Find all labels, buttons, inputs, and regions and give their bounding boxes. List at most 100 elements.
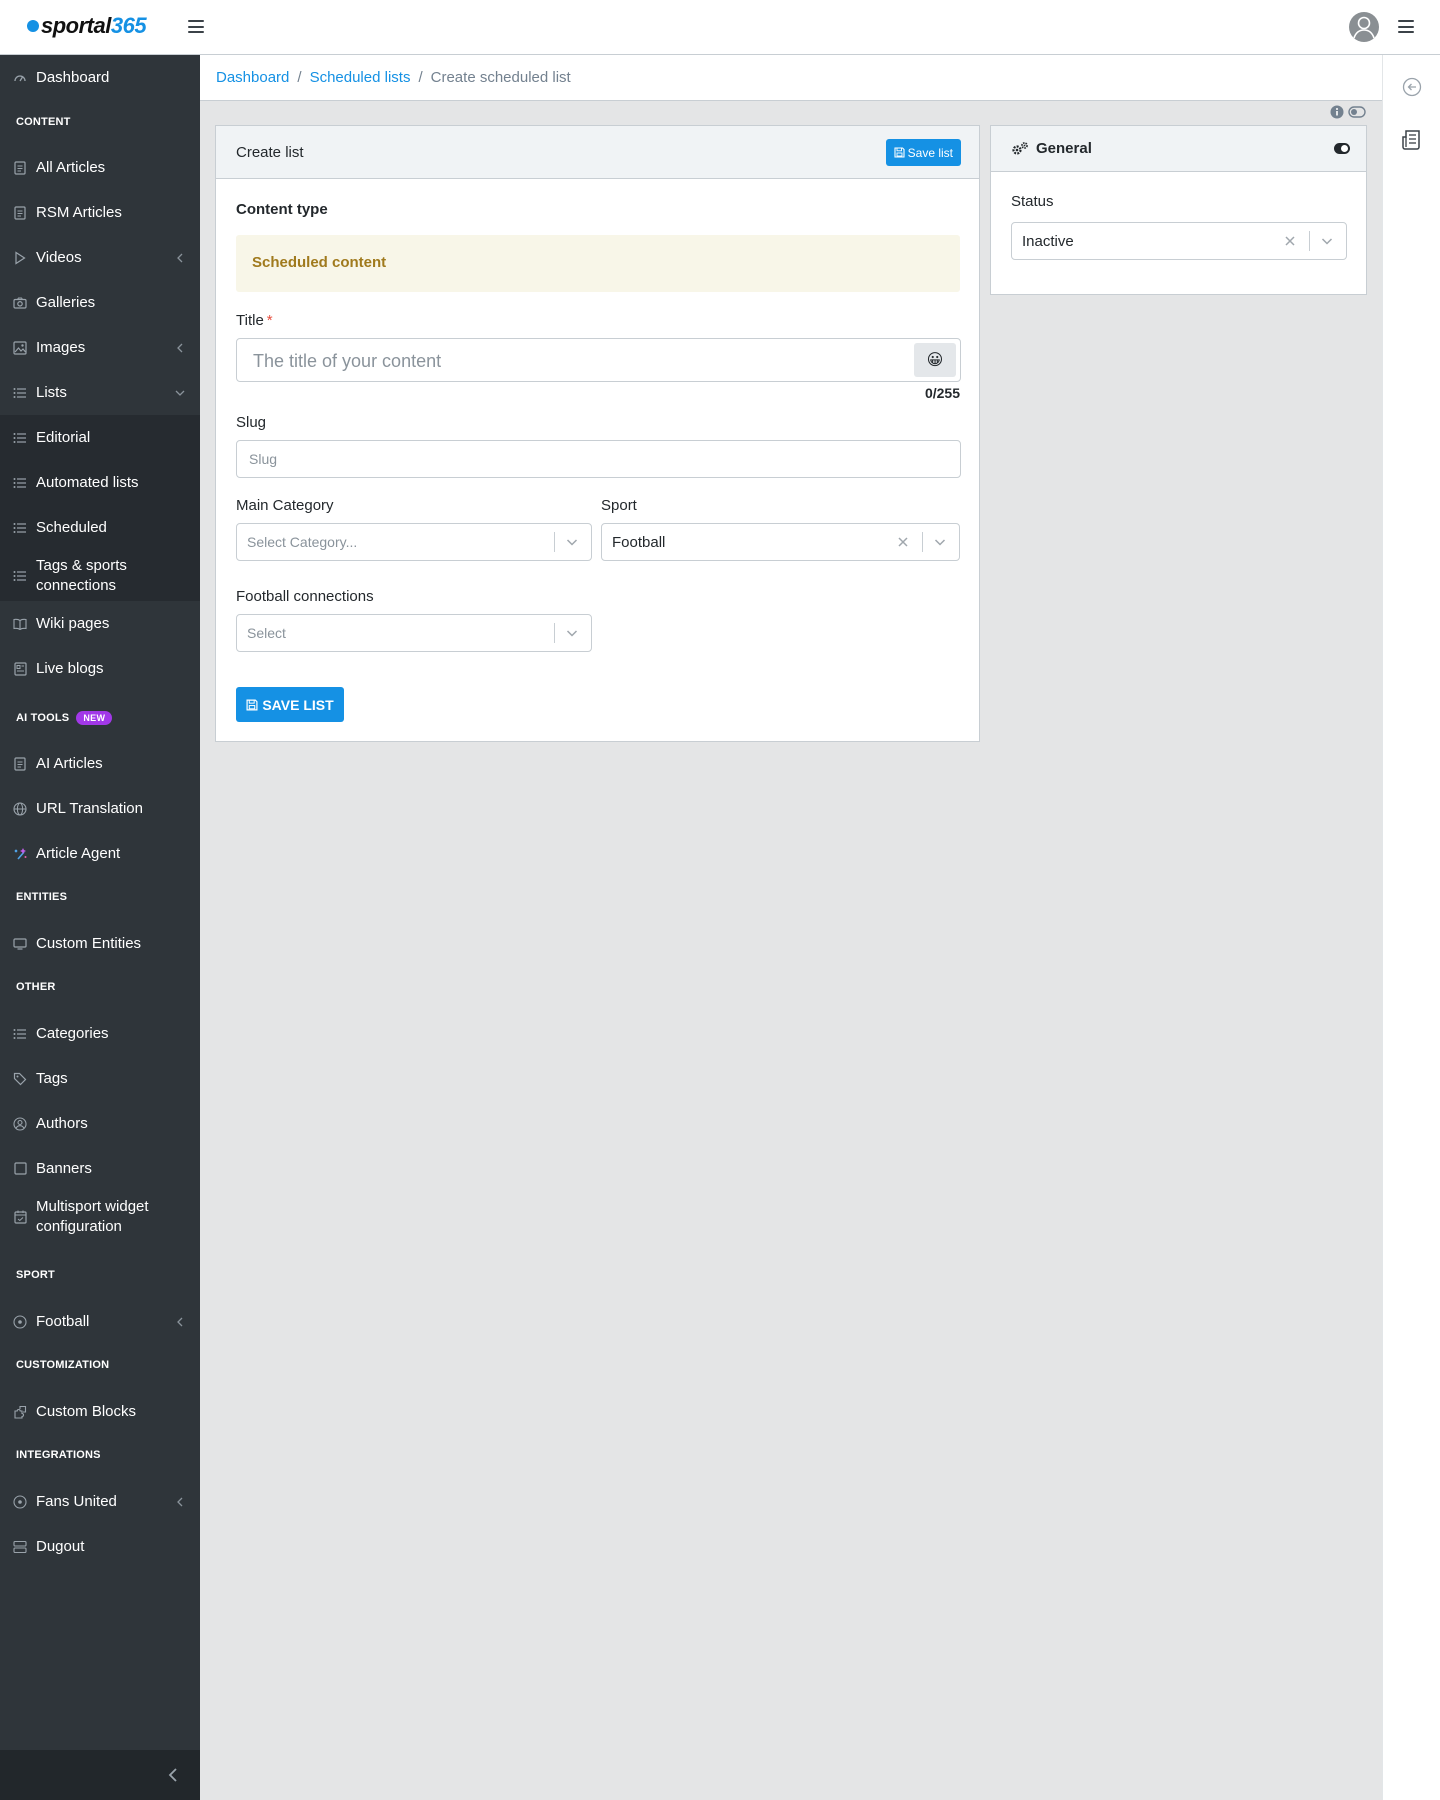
globe-icon xyxy=(12,801,28,817)
main-category-placeholder: Select Category... xyxy=(247,534,358,550)
sidebar-item-custom-blocks[interactable]: Custom Blocks xyxy=(0,1389,200,1434)
sidebar-item-dugout[interactable]: Dugout xyxy=(0,1524,200,1569)
sidebar-item-galleries[interactable]: Galleries xyxy=(0,280,200,325)
title-char-counter: 0/255 xyxy=(924,385,960,401)
status-select[interactable]: Inactive xyxy=(1011,222,1347,260)
square-icon xyxy=(12,1161,28,1177)
user-avatar[interactable] xyxy=(1349,12,1379,42)
button-label: SAVE LIST xyxy=(262,696,334,713)
sidebar-item-label: Custom Entities xyxy=(36,934,142,952)
floppy-icon xyxy=(246,698,258,711)
main-category-label: Main Category xyxy=(236,497,334,514)
slug-placeholder: Slug xyxy=(249,451,278,467)
sidebar-item-ai-articles[interactable]: AI Articles xyxy=(0,741,200,786)
title-label: Title * xyxy=(236,312,273,329)
chevron-down-icon[interactable] xyxy=(565,535,579,549)
book-icon xyxy=(12,616,28,632)
logo-text: sportal365 xyxy=(41,13,147,38)
card-header: General xyxy=(991,126,1366,172)
sidebar-item-label: Article Agent xyxy=(36,844,121,862)
floppy-icon xyxy=(894,147,905,158)
sidebar-item-article-agent[interactable]: Article Agent xyxy=(0,831,200,876)
sidebar-item-authors[interactable]: Authors xyxy=(0,1101,200,1146)
breadcrumb-dashboard-link[interactable]: Dashboard xyxy=(216,69,289,86)
title-placeholder: The title of your content xyxy=(253,351,442,371)
slug-label: Slug xyxy=(236,414,267,431)
nav-title-content: CONTENT xyxy=(16,116,71,128)
football-connections-label: Football connections xyxy=(236,588,374,605)
select-separator xyxy=(554,532,555,552)
image-icon xyxy=(12,340,28,356)
sidebar-item-rsm-articles[interactable]: RSM Articles xyxy=(0,190,200,235)
arrow-circle-left-icon[interactable] xyxy=(1401,76,1423,98)
sidebar-item-label: Videos xyxy=(36,248,82,266)
toggle-tour-icon[interactable] xyxy=(1348,106,1366,118)
aside-toggle-icon[interactable] xyxy=(1398,20,1414,33)
new-badge: NEW xyxy=(76,711,113,725)
chevron-left-icon xyxy=(177,253,183,262)
sidebar-item-automated-lists[interactable]: Automated lists xyxy=(0,460,200,505)
sidebar-item-live-blogs[interactable]: Live blogs xyxy=(0,646,200,691)
sidebar-item-fans-united[interactable]: Fans United xyxy=(0,1479,200,1524)
document-icon xyxy=(12,205,28,221)
chevron-left-icon xyxy=(168,1768,177,1782)
sidebar-item-tags[interactable]: Tags xyxy=(0,1056,200,1101)
sidebar-item-lists[interactable]: Lists xyxy=(0,370,200,415)
sidebar-item-dashboard[interactable]: Dashboard xyxy=(0,55,200,100)
sidebar-toggle-icon[interactable] xyxy=(188,20,204,33)
sidebar-item-tags-sports-connections[interactable]: Tags & sports connections xyxy=(0,550,200,601)
save-list-button-top[interactable]: Save list xyxy=(885,139,961,166)
button-label: Save list xyxy=(907,145,953,160)
sidebar-item-images[interactable]: Images xyxy=(0,325,200,370)
clear-icon[interactable] xyxy=(1283,234,1297,248)
sidebar-item-football[interactable]: Football xyxy=(0,1299,200,1344)
sidebar-minimizer[interactable] xyxy=(0,1750,200,1800)
page-help-icons xyxy=(1330,105,1366,119)
sidebar-item-url-translation[interactable]: URL Translation xyxy=(0,786,200,831)
content-type-label: Content type xyxy=(236,201,328,218)
sidebar-item-scheduled[interactable]: Scheduled xyxy=(0,505,200,550)
save-list-button[interactable]: SAVE LIST xyxy=(236,687,344,722)
sidebar-item-label: Tags xyxy=(36,1069,68,1087)
create-list-card: Create list Save list Content type Sched… xyxy=(215,125,980,742)
collapse-toggle-icon[interactable] xyxy=(1334,143,1350,154)
sidebar-item-banners[interactable]: Banners xyxy=(0,1146,200,1191)
sidebar: Dashboard CONTENT All Articles RSM Artic… xyxy=(0,55,200,1800)
info-icon[interactable] xyxy=(1330,105,1344,119)
sidebar-item-multisport-widget-configuration[interactable]: Multisport widget configuration xyxy=(0,1191,200,1242)
clear-icon[interactable] xyxy=(896,535,910,549)
newspaper-icon[interactable] xyxy=(1401,129,1423,151)
chevron-down-icon[interactable] xyxy=(565,626,579,640)
nav-title-sport: SPORT xyxy=(16,1269,55,1281)
title-input[interactable]: The title of your content 😀 xyxy=(236,338,961,382)
sidebar-item-categories[interactable]: Categories xyxy=(0,1011,200,1056)
sport-select[interactable]: Football xyxy=(601,523,960,561)
chevron-down-icon[interactable] xyxy=(933,535,947,549)
sidebar-item-label: URL Translation xyxy=(36,799,143,817)
chevron-down-icon xyxy=(175,390,185,396)
list-icon xyxy=(12,520,28,536)
sidebar-item-label: Scheduled xyxy=(36,518,107,536)
sportal365-logo[interactable]: sportal365 xyxy=(27,13,147,38)
chevron-down-icon[interactable] xyxy=(1320,234,1334,248)
sidebar-item-label: Images xyxy=(36,338,86,356)
sidebar-item-custom-entities[interactable]: Custom Entities xyxy=(0,921,200,966)
sidebar-item-videos[interactable]: Videos xyxy=(0,235,200,280)
breadcrumb-scheduled-lists-link[interactable]: Scheduled lists xyxy=(310,69,411,86)
emoji-picker-button[interactable]: 😀 xyxy=(914,343,956,377)
sidebar-item-all-articles[interactable]: All Articles xyxy=(0,145,200,190)
sidebar-item-label: Fans United xyxy=(36,1492,117,1510)
chevron-left-icon xyxy=(177,1497,183,1506)
list-icon xyxy=(12,568,28,584)
sidebar-item-label: Multisport widget configuration xyxy=(36,1197,149,1235)
sport-label: Sport xyxy=(601,497,637,514)
server-icon xyxy=(12,1539,28,1555)
slug-input[interactable]: Slug xyxy=(236,440,961,478)
sidebar-item-editorial[interactable]: Editorial xyxy=(0,415,200,460)
select-separator xyxy=(554,623,555,643)
status-label: Status xyxy=(1011,193,1054,210)
football-connections-select[interactable]: Select xyxy=(236,614,592,652)
main-category-select[interactable]: Select Category... xyxy=(236,523,592,561)
puzzle-icon xyxy=(12,1404,28,1420)
sidebar-item-wiki-pages[interactable]: Wiki pages xyxy=(0,601,200,646)
